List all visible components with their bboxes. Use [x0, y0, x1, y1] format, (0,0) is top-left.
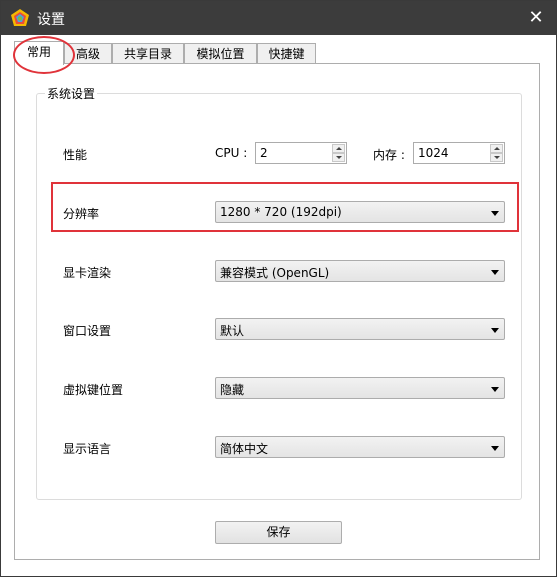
- tab-shared-folder[interactable]: 共享目录: [112, 43, 184, 63]
- window-setting-label: 窗口设置: [63, 324, 112, 338]
- window-setting-value: 默认: [220, 324, 245, 338]
- virtual-key-value: 隐藏: [220, 383, 245, 397]
- language-value: 简体中文: [220, 442, 269, 456]
- chevron-down-icon: [491, 446, 499, 451]
- memory-increment-button[interactable]: [490, 144, 503, 153]
- chevron-down-icon: [491, 387, 499, 392]
- cpu-spinbox[interactable]: 2: [255, 142, 347, 164]
- resolution-select[interactable]: 1280 * 720 (192dpi): [215, 201, 505, 223]
- app-logo-icon: [11, 9, 29, 26]
- cpu-spin-buttons: [332, 144, 345, 162]
- resolution-value: 1280 * 720 (192dpi): [220, 205, 342, 219]
- language-select[interactable]: 简体中文: [215, 436, 505, 458]
- gpu-render-select[interactable]: 兼容模式 (OpenGL): [215, 260, 505, 282]
- system-settings-group: 系统设置 性能 CPU : 2 内存 : 1024 分辨率 1280 * 720…: [36, 85, 522, 500]
- language-label: 显示语言: [63, 442, 112, 456]
- chevron-down-icon: [491, 328, 499, 333]
- cpu-increment-button[interactable]: [332, 144, 345, 153]
- tab-location-simulation[interactable]: 模拟位置: [184, 43, 257, 63]
- chevron-down-icon: [491, 211, 499, 216]
- save-button[interactable]: 保存: [215, 521, 342, 544]
- tab-shortcuts[interactable]: 快捷键: [257, 43, 316, 63]
- gpu-render-value: 兼容模式 (OpenGL): [220, 266, 330, 280]
- settings-window: 设置 ✕ 常用 高级 共享目录 模拟位置 快捷键 系统设置 性能 CPU : 2…: [0, 0, 557, 577]
- window-title: 设置: [37, 12, 65, 28]
- tab-advanced[interactable]: 高级: [64, 43, 112, 63]
- close-icon[interactable]: ✕: [524, 6, 548, 30]
- general-panel: 系统设置 性能 CPU : 2 内存 : 1024 分辨率 1280 * 720…: [14, 63, 540, 560]
- group-title: 系统设置: [45, 85, 98, 102]
- memory-spin-buttons: [490, 144, 503, 162]
- tab-general[interactable]: 常用: [14, 41, 64, 65]
- chevron-down-icon: [491, 270, 499, 275]
- memory-label: 内存 :: [373, 148, 405, 162]
- virtual-key-select[interactable]: 隐藏: [215, 377, 505, 399]
- memory-decrement-button[interactable]: [490, 153, 503, 162]
- cpu-value: 2: [260, 146, 268, 160]
- performance-label: 性能: [63, 148, 88, 162]
- virtual-key-label: 虚拟键位置: [63, 383, 124, 397]
- memory-value: 1024: [418, 146, 449, 160]
- title-bar: 设置 ✕: [1, 1, 556, 35]
- memory-spinbox[interactable]: 1024: [413, 142, 505, 164]
- cpu-decrement-button[interactable]: [332, 153, 345, 162]
- window-setting-select[interactable]: 默认: [215, 318, 505, 340]
- gpu-render-label: 显卡渲染: [63, 266, 112, 280]
- resolution-label: 分辨率: [63, 207, 100, 221]
- cpu-label: CPU :: [215, 146, 248, 160]
